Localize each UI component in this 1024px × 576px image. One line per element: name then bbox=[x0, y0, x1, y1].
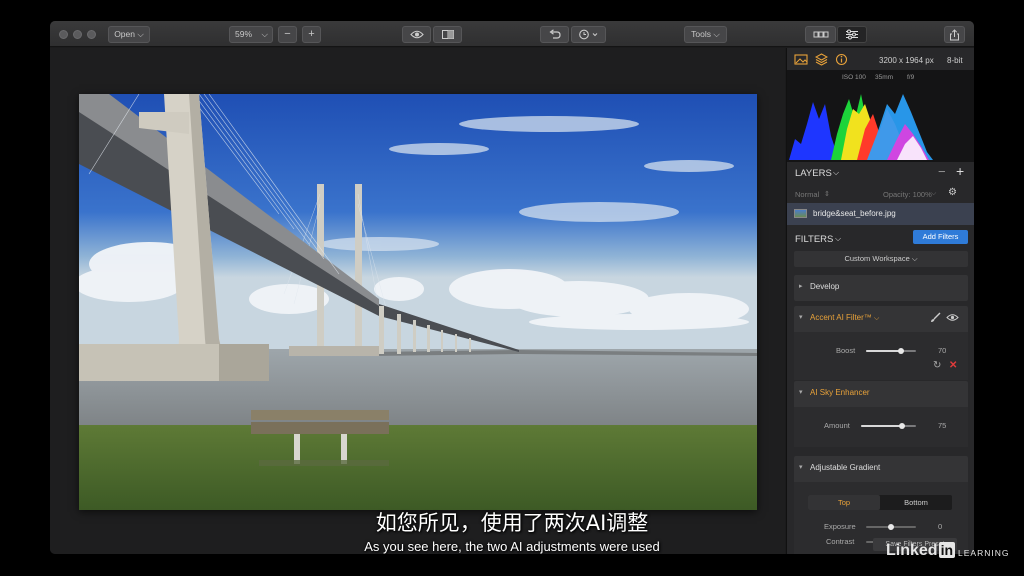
preview-button[interactable] bbox=[402, 26, 431, 43]
photo-image bbox=[79, 94, 757, 510]
workspace-label: Custom Workspace bbox=[844, 254, 910, 263]
iso-value: ISO 100 bbox=[842, 74, 866, 81]
share-button[interactable] bbox=[944, 26, 965, 43]
amount-slider[interactable] bbox=[861, 423, 916, 429]
filmstrip-button[interactable] bbox=[805, 26, 836, 43]
accent-ai-title: Accent AI Filter™ bbox=[810, 313, 872, 322]
layer-thumbnail bbox=[794, 209, 807, 218]
sky-enhancer-title: AI Sky Enhancer bbox=[810, 388, 870, 397]
remove-filter-icon[interactable]: ✕ bbox=[949, 360, 957, 371]
chevron-down-icon: ▾ bbox=[799, 464, 803, 471]
undo-icon bbox=[548, 29, 561, 39]
boost-slider[interactable] bbox=[866, 348, 916, 354]
remove-layer-button[interactable]: − bbox=[938, 164, 946, 179]
chevron-right-icon: ▸ bbox=[799, 283, 803, 290]
chevron-down-icon: ▾ bbox=[799, 389, 803, 396]
linkedin-logo-text: Linked bbox=[886, 542, 938, 559]
stepper-icon: ⇕ bbox=[824, 191, 830, 198]
visibility-eye-icon[interactable] bbox=[946, 313, 959, 322]
boost-slider-knob[interactable] bbox=[898, 348, 904, 354]
open-button[interactable]: Open ⌵ bbox=[108, 26, 150, 43]
photo-bridge-seat[interactable] bbox=[79, 94, 757, 510]
linkedin-logo: Linked in bbox=[886, 542, 956, 560]
plus-icon: + bbox=[308, 28, 315, 40]
develop-title: Develop bbox=[810, 282, 840, 291]
eye-icon bbox=[409, 30, 424, 39]
chevron-down-icon: ⌵ bbox=[137, 29, 144, 39]
sliders-icon bbox=[846, 29, 858, 40]
compare-button[interactable] bbox=[433, 26, 462, 43]
sky-enhancer-header[interactable]: ▾ AI Sky Enhancer bbox=[794, 381, 968, 405]
clock-icon bbox=[578, 29, 597, 40]
learning-wordmark: LEARNING bbox=[958, 548, 1010, 558]
reset-icon[interactable]: ↻ bbox=[933, 360, 941, 371]
bit-depth: 8-bit bbox=[947, 56, 963, 65]
toolbar: Open ⌵ 59% ⌵ − + Tools ⌵ bbox=[50, 21, 974, 47]
boost-label: Boost bbox=[836, 346, 856, 355]
gear-icon[interactable]: ⚙ bbox=[948, 187, 957, 198]
accent-ai-section: ▾ Accent AI Filter™ ⌵ Boost 70 ↻ ✕ bbox=[794, 306, 968, 380]
minimize-window-button[interactable] bbox=[73, 30, 82, 39]
histogram-graph bbox=[789, 94, 933, 160]
amount-slider-knob[interactable] bbox=[899, 423, 905, 429]
accent-ai-header[interactable]: ▾ Accent AI Filter™ ⌵ bbox=[794, 306, 968, 330]
image-canvas[interactable] bbox=[50, 48, 785, 554]
zoom-out-button[interactable]: − bbox=[278, 26, 297, 43]
histogram: ISO 100 35mm f/9 bbox=[787, 70, 974, 162]
focal-length: 35mm bbox=[875, 74, 894, 81]
sky-enhancer-section: ▾ AI Sky Enhancer Amount 75 bbox=[794, 381, 968, 447]
split-view-icon bbox=[441, 30, 454, 39]
chevron-down-icon: ⌵ bbox=[931, 190, 937, 197]
app-window: Open ⌵ 59% ⌵ − + Tools ⌵ 3200 x 1964 px … bbox=[50, 21, 974, 554]
minus-icon: − bbox=[284, 28, 291, 40]
linkedin-in-badge: in bbox=[938, 542, 956, 558]
zoom-in-button[interactable]: + bbox=[302, 26, 321, 43]
workspace-select[interactable]: Custom Workspace ⌵ bbox=[794, 251, 968, 267]
blend-mode-select[interactable]: Normal bbox=[795, 190, 819, 199]
info-icon[interactable] bbox=[835, 53, 848, 66]
chevron-down-icon: ▾ bbox=[799, 314, 803, 321]
zoom-window-button[interactable] bbox=[87, 30, 96, 39]
history-button[interactable] bbox=[571, 26, 606, 43]
tools-label: Tools bbox=[691, 29, 711, 39]
add-filters-button[interactable]: Add Filters bbox=[913, 230, 968, 244]
chevron-down-icon[interactable]: ⌵ bbox=[835, 234, 841, 244]
adjustable-gradient-header[interactable]: ▾ Adjustable Gradient bbox=[794, 456, 968, 480]
develop-section[interactable]: ▸ Develop bbox=[794, 275, 968, 301]
chevron-down-icon: ⌵ bbox=[261, 29, 268, 39]
layer-row[interactable]: bridge&seat_before.jpg bbox=[787, 203, 974, 225]
filters-title[interactable]: FILTERS bbox=[795, 234, 833, 245]
layers-icon[interactable] bbox=[815, 53, 828, 66]
tools-button[interactable]: Tools ⌵ bbox=[684, 26, 727, 43]
aperture: f/9 bbox=[907, 74, 915, 81]
chevron-down-icon: ⌵ bbox=[911, 254, 918, 263]
side-panel: 3200 x 1964 px 8-bit ISO 100 35mm f/9 LA… bbox=[786, 48, 974, 554]
zoom-value: 59% bbox=[235, 29, 253, 39]
filmstrip-icon bbox=[813, 31, 828, 38]
subtitle-chinese: 如您所见，使用了两次AI调整 bbox=[375, 511, 649, 535]
open-label: Open bbox=[114, 29, 135, 39]
chevron-down-icon: ⌵ bbox=[713, 29, 720, 39]
opacity-control[interactable]: Opacity: 100% bbox=[883, 190, 932, 199]
boost-value[interactable]: 70 bbox=[938, 346, 946, 355]
layers-title[interactable]: LAYERS bbox=[795, 168, 832, 179]
amount-value[interactable]: 75 bbox=[938, 421, 946, 430]
amount-label: Amount bbox=[824, 421, 850, 430]
image-dimensions: 3200 x 1964 px bbox=[879, 56, 934, 65]
brush-icon[interactable] bbox=[930, 312, 941, 323]
layer-name: bridge&seat_before.jpg bbox=[813, 209, 896, 218]
chevron-down-icon: ⌵ bbox=[874, 315, 880, 322]
share-icon bbox=[950, 29, 959, 41]
adjustable-gradient-title: Adjustable Gradient bbox=[810, 463, 881, 472]
accent-ai-body: Boost 70 ↻ ✕ bbox=[794, 332, 968, 380]
close-window-button[interactable] bbox=[59, 30, 68, 39]
subtitle-english: As you see here, the two AI adjustments … bbox=[364, 539, 660, 554]
zoom-select[interactable]: 59% ⌵ bbox=[229, 26, 273, 43]
add-layer-button[interactable]: + bbox=[956, 163, 964, 179]
image-info-icon[interactable] bbox=[794, 54, 808, 65]
adjustments-button[interactable] bbox=[837, 26, 867, 43]
chevron-down-icon[interactable]: ⌵ bbox=[833, 168, 839, 178]
undo-button[interactable] bbox=[540, 26, 569, 43]
sky-enhancer-body: Amount 75 bbox=[794, 407, 968, 447]
